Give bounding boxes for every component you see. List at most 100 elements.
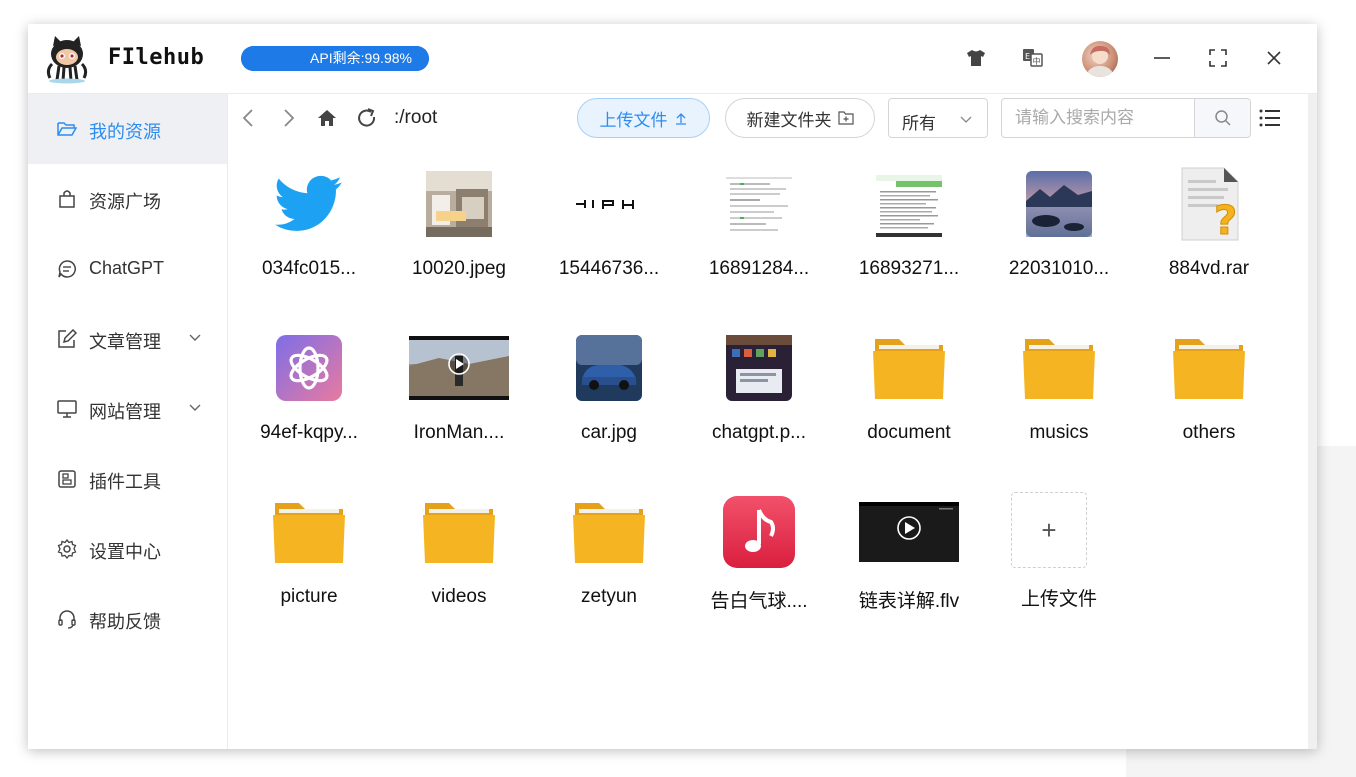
file-name: chatgpt.p... xyxy=(711,422,806,443)
search-input[interactable] xyxy=(1002,99,1194,137)
folder-add-icon xyxy=(837,111,854,125)
maximize-icon[interactable] xyxy=(1204,44,1232,72)
file-item[interactable]: videos xyxy=(389,492,529,642)
sidebar-item-resource-square[interactable]: 资源广场 xyxy=(28,164,227,234)
sidebar-item-label: 网站管理 xyxy=(89,402,161,422)
api-usage-badge: API剩余:99.98% xyxy=(241,46,429,71)
file-item[interactable]: 22031010... xyxy=(989,164,1129,314)
file-item[interactable]: 16891284... xyxy=(689,164,829,314)
file-name: 94ef-kqpy... xyxy=(260,422,358,443)
scrollbar[interactable] xyxy=(1308,94,1317,749)
file-name: 22031010... xyxy=(1008,258,1110,279)
image-thumbnail-car xyxy=(559,328,659,408)
plus-icon: + xyxy=(1011,492,1087,568)
file-item[interactable]: car.jpg xyxy=(539,328,679,478)
file-name: 884vd.rar xyxy=(1168,258,1250,279)
file-name: zetyun xyxy=(581,586,637,607)
file-item[interactable]: 告白气球.... xyxy=(689,492,829,642)
file-item[interactable]: zetyun xyxy=(539,492,679,642)
sidebar-item-chatgpt[interactable]: ChatGPT xyxy=(28,234,227,304)
file-item[interactable]: 034fc015... xyxy=(239,164,379,314)
upload-tile-label: 上传文件 xyxy=(1020,589,1097,610)
tshirt-icon[interactable] xyxy=(962,44,990,72)
folder-icon xyxy=(859,328,959,408)
file-name: others xyxy=(1182,422,1236,443)
file-item[interactable]: IronMan.... xyxy=(389,328,529,478)
sidebar-item-settings[interactable]: 设置中心 xyxy=(28,514,227,584)
sidebar-item-label: 我的资源 xyxy=(89,122,161,142)
file-name: musics xyxy=(1029,422,1089,443)
file-item[interactable]: ? 884vd.rar xyxy=(1139,164,1279,314)
screenshot-thumbnail xyxy=(859,164,959,244)
avatar[interactable] xyxy=(1082,41,1118,77)
sidebar-item-website-management[interactable]: 网站管理 xyxy=(28,374,227,444)
file-name: 链表详解.flv xyxy=(858,591,960,612)
screenshot-thumbnail xyxy=(709,164,809,244)
list-view-icon[interactable] xyxy=(1258,106,1282,130)
file-item[interactable]: 94ef-kqpy... xyxy=(239,328,379,478)
image-thumbnail-room xyxy=(409,164,509,244)
home-icon[interactable] xyxy=(315,106,339,130)
minimize-icon[interactable] xyxy=(1148,44,1176,72)
sidebar-item-article-management[interactable]: 文章管理 xyxy=(28,304,227,374)
upload-arrow-icon xyxy=(675,113,686,125)
image-thumbnail-desktop xyxy=(709,328,809,408)
sidebar-item-label: 资源广场 xyxy=(89,192,161,212)
file-name: 034fc015... xyxy=(261,258,357,279)
sidebar-item-help-feedback[interactable]: 帮助反馈 xyxy=(28,584,227,654)
file-item[interactable]: 链表详解.flv xyxy=(839,492,979,642)
file-item[interactable]: musics xyxy=(989,328,1129,478)
chevron-down-icon xyxy=(189,334,201,341)
shopping-bag-icon xyxy=(59,190,75,208)
openai-logo-icon xyxy=(259,328,359,408)
upload-button-label: 上传文件 xyxy=(599,110,668,130)
file-browser: :/root 上传文件 新建文件夹 所有 034fc xyxy=(228,94,1317,749)
forward-arrow-icon[interactable] xyxy=(276,106,300,130)
file-name: IronMan.... xyxy=(413,422,505,443)
sidebar-item-label: 文章管理 xyxy=(89,332,161,352)
sidebar: 我的资源 资源广场 ChatGPT 文章管理 网站管理 插件工具 设置中心 帮助… xyxy=(28,94,228,749)
folder-icon xyxy=(259,492,359,572)
plugin-icon xyxy=(58,470,76,488)
edit-icon xyxy=(58,329,77,348)
back-arrow-icon[interactable] xyxy=(237,106,261,130)
file-item[interactable]: chatgpt.p... xyxy=(689,328,829,478)
title-bar: FIlehub API剩余:99.98% En 中 xyxy=(28,24,1317,94)
file-name: 15446736... xyxy=(558,258,660,279)
folder-icon xyxy=(1009,328,1109,408)
file-item[interactable]: document xyxy=(839,328,979,478)
monitor-icon xyxy=(57,400,77,418)
chat-bubble-icon xyxy=(58,260,76,278)
file-item[interactable]: 16893271... xyxy=(839,164,979,314)
file-item[interactable]: 15446736... xyxy=(539,164,679,314)
refresh-icon[interactable] xyxy=(355,106,379,130)
file-name: car.jpg xyxy=(581,422,637,443)
file-item[interactable]: picture xyxy=(239,492,379,642)
upload-file-button[interactable]: 上传文件 xyxy=(577,98,710,138)
folder-icon xyxy=(409,492,509,572)
hiph-logo-image xyxy=(559,164,659,244)
sidebar-item-label: 设置中心 xyxy=(89,542,161,562)
svg-text:?: ? xyxy=(1214,198,1237,242)
search-button[interactable] xyxy=(1194,99,1250,137)
current-path: :/root xyxy=(394,107,438,128)
new-folder-button[interactable]: 新建文件夹 xyxy=(725,98,875,138)
file-name: document xyxy=(867,422,951,443)
folder-open-icon xyxy=(57,122,77,136)
upload-file-tile[interactable]: + 上传文件 xyxy=(989,492,1129,642)
file-item[interactable]: 10020.jpeg xyxy=(389,164,529,314)
file-name: picture xyxy=(280,586,338,607)
sidebar-item-my-resources[interactable]: 我的资源 xyxy=(28,94,227,164)
svg-text:中: 中 xyxy=(1033,56,1041,66)
headset-icon xyxy=(58,610,76,629)
sidebar-item-label: 插件工具 xyxy=(89,472,161,492)
twitter-icon xyxy=(259,164,359,244)
file-item[interactable]: others xyxy=(1139,328,1279,478)
sidebar-item-plugin-tools[interactable]: 插件工具 xyxy=(28,444,227,514)
new-folder-button-label: 新建文件夹 xyxy=(746,110,832,130)
close-icon[interactable] xyxy=(1260,44,1288,72)
sidebar-item-label: ChatGPT xyxy=(89,258,165,278)
file-type-filter[interactable]: 所有 xyxy=(888,98,988,138)
search-icon xyxy=(1215,110,1231,126)
translate-icon[interactable]: En 中 xyxy=(1019,44,1047,72)
